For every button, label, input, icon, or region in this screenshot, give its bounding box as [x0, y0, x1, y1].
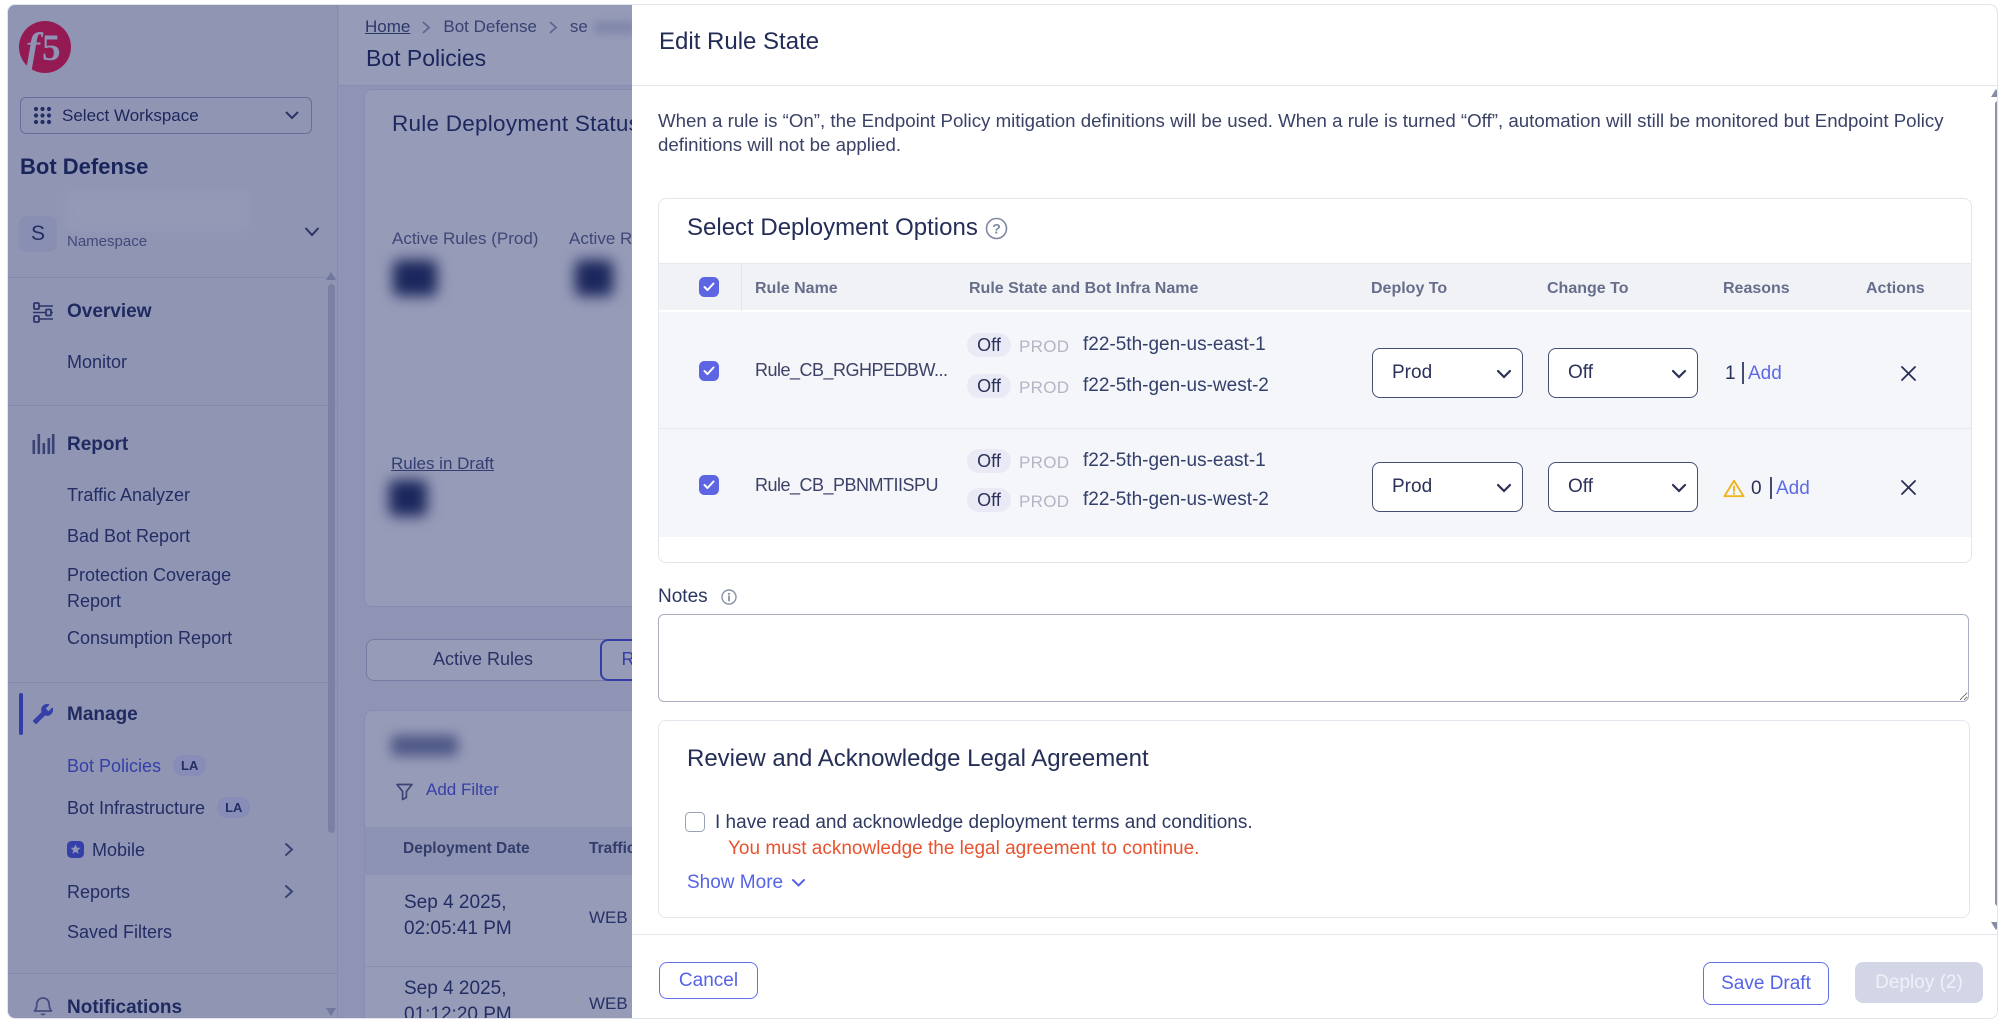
save-draft-button[interactable]: Save Draft: [1703, 962, 1829, 1005]
notes-textarea[interactable]: [658, 614, 1969, 702]
rule-state-pill: Off: [967, 449, 1011, 473]
rule-name: Rule_CB_RGHPEDBW...: [755, 360, 948, 381]
change-to-select[interactable]: Off: [1548, 462, 1698, 512]
drawer-scroll-up-arrow[interactable]: [1991, 89, 1998, 97]
svg-text:?: ?: [992, 220, 1001, 236]
legal-checkbox-label: I have read and acknowledge deployment t…: [715, 812, 1253, 834]
drawer-scroll-down-arrow[interactable]: [1991, 922, 1998, 930]
deploy-to-select[interactable]: Prod: [1372, 348, 1523, 398]
infra-name: f22-5th-gen-us-east-1: [1083, 334, 1266, 356]
infra-name: f22-5th-gen-us-east-1: [1083, 450, 1266, 472]
add-reason-link[interactable]: Add: [1748, 363, 1782, 385]
show-more-link[interactable]: Show More: [687, 872, 806, 894]
column-reasons: Reasons: [1723, 280, 1790, 298]
options-card-title: Select Deployment Options: [687, 214, 978, 242]
column-actions: Actions: [1866, 280, 1925, 298]
infra-name: f22-5th-gen-us-west-2: [1083, 375, 1269, 397]
rule-state-pill: Off: [967, 374, 1011, 398]
reasons-count: 0: [1751, 478, 1762, 500]
remove-row-icon[interactable]: [1900, 365, 1917, 382]
column-deploy-to: Deploy To: [1371, 280, 1447, 298]
legal-error-text: You must acknowledge the legal agreement…: [728, 838, 1199, 860]
reasons-count: 1: [1725, 363, 1736, 385]
rule-row-1: Rule_CB_RGHPEDBW... Off PROD f22-5th-gen…: [659, 312, 1971, 428]
remove-row-icon[interactable]: [1900, 479, 1917, 496]
rule-state-pill: Off: [967, 333, 1011, 357]
drawer-footer: Cancel Save Draft Deploy (2): [632, 934, 1997, 1018]
column-separator: [741, 264, 742, 311]
rule-name: Rule_CB_PBNMTIISPU: [755, 475, 938, 496]
drawer-header: Edit Rule State: [632, 5, 1997, 86]
app-window: f 5 Select Workspace Bot Defense S Names…: [7, 4, 1998, 1019]
column-rule-state: Rule State and Bot Infra Name: [969, 280, 1198, 298]
drawer-title: Edit Rule State: [659, 28, 819, 56]
legal-title: Review and Acknowledge Legal Agreement: [687, 745, 1149, 773]
env-label: PROD: [1019, 337, 1069, 357]
legal-agreement-card: Review and Acknowledge Legal Agreement I…: [658, 720, 1970, 918]
deploy-button[interactable]: Deploy (2): [1855, 962, 1983, 1003]
reasons-separator: [1742, 362, 1744, 384]
add-reason-link[interactable]: Add: [1776, 478, 1810, 500]
legal-checkbox[interactable]: [685, 812, 705, 832]
row-checkbox[interactable]: [699, 361, 719, 381]
notes-label: Notes: [658, 586, 708, 608]
column-rule-name: Rule Name: [755, 280, 838, 298]
rule-state-pill: Off: [967, 488, 1011, 512]
env-label: PROD: [1019, 378, 1069, 398]
drawer-scrollbar-thumb[interactable]: [1995, 101, 1998, 906]
select-all-checkbox[interactable]: [699, 277, 719, 297]
options-table-header: Rule Name Rule State and Bot Infra Name …: [659, 263, 1971, 310]
drawer-description: When a rule is “On”, the Endpoint Policy…: [658, 109, 1963, 157]
edit-rule-state-drawer: Edit Rule State When a rule is “On”, the…: [632, 5, 1997, 1018]
rule-row-2: Rule_CB_PBNMTIISPU Off PROD f22-5th-gen-…: [659, 428, 1971, 537]
select-deployment-options-card: Select Deployment Options ? Rule Name Ru…: [658, 198, 1972, 563]
warning-icon: [1723, 479, 1745, 498]
deploy-to-select[interactable]: Prod: [1372, 462, 1523, 512]
help-icon[interactable]: ?: [985, 217, 1008, 240]
change-to-select[interactable]: Off: [1548, 348, 1698, 398]
info-icon[interactable]: [721, 589, 737, 605]
row-divider: [659, 428, 1971, 429]
env-label: PROD: [1019, 492, 1069, 512]
reasons-separator: [1770, 477, 1772, 499]
chevron-down-icon: [791, 878, 806, 888]
column-change-to: Change To: [1547, 280, 1628, 298]
row-checkbox[interactable]: [699, 475, 719, 495]
env-label: PROD: [1019, 453, 1069, 473]
cancel-button[interactable]: Cancel: [659, 962, 758, 999]
infra-name: f22-5th-gen-us-west-2: [1083, 489, 1269, 511]
notes-label-row: Notes: [658, 586, 737, 608]
